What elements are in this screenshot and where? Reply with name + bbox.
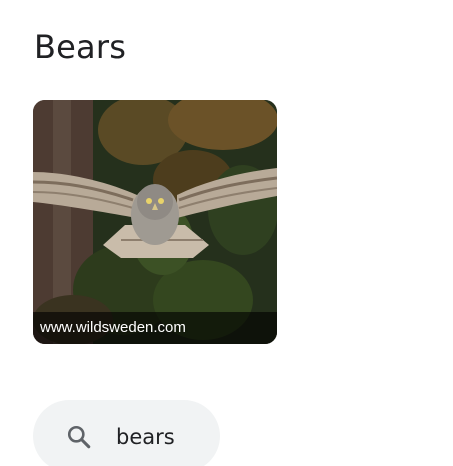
image-source[interactable]: www.wildsweden.com: [40, 320, 186, 336]
section-title: Bears: [34, 28, 127, 66]
page: Bears www.wildsweden.com bears: [0, 0, 453, 466]
search-chip[interactable]: bears: [33, 400, 220, 466]
search-icon: [67, 425, 91, 449]
image-result-card[interactable]: www.wildsweden.com: [33, 100, 277, 344]
search-chip-label: bears: [116, 425, 175, 449]
owl-image: [33, 100, 277, 344]
